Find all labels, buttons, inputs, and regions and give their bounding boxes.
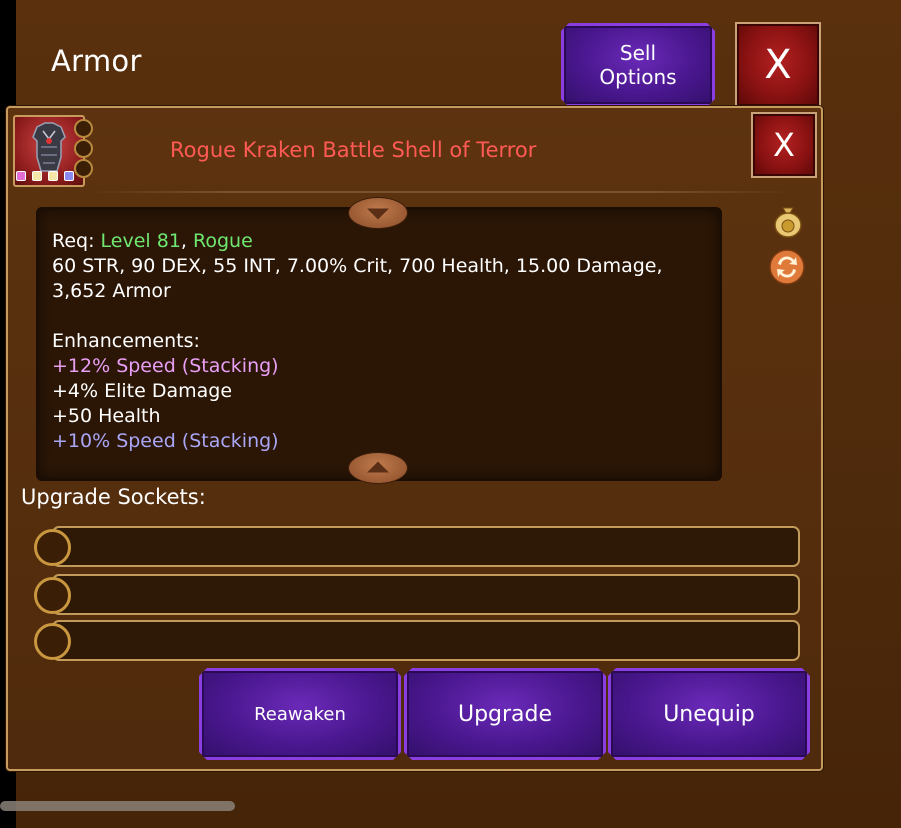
- enhancement-line: +4% Elite Damage: [52, 380, 233, 402]
- scroll-up-button[interactable]: [348, 452, 408, 484]
- close-button[interactable]: X: [735, 22, 821, 108]
- requirement-line: Req: Level 81, Rogue: [52, 229, 712, 254]
- socket-row[interactable]: [52, 526, 800, 567]
- req-label: Req:: [52, 230, 101, 252]
- stats-line: 3,652 Armor: [52, 280, 171, 302]
- item-name: Rogue Kraken Battle Shell of Terror: [170, 138, 537, 162]
- page-title: Armor: [51, 44, 142, 78]
- upgrade-label: Upgrade: [457, 701, 553, 727]
- gem-indicator: [48, 171, 58, 181]
- gem-slot: [74, 119, 93, 138]
- gem-indicator: [16, 171, 26, 181]
- gem-indicator: [32, 171, 42, 181]
- unequip-button[interactable]: Unequip: [608, 668, 810, 760]
- swap-icon[interactable]: [768, 248, 805, 285]
- socket-row[interactable]: [52, 574, 800, 615]
- req-class: Rogue: [193, 230, 253, 252]
- enhancements-label: Enhancements:: [52, 330, 200, 352]
- gem-slot: [74, 159, 93, 178]
- req-separator: ,: [180, 230, 194, 252]
- stats-line: 60 STR, 90 DEX, 55 INT, 7.00% Crit, 700 …: [52, 255, 663, 277]
- money-bag-icon[interactable]: [771, 202, 803, 238]
- scrollbar[interactable]: [0, 801, 235, 811]
- gem-indicator: [64, 171, 74, 181]
- sell-options-label: Sell Options: [599, 41, 677, 89]
- enhancement-line: +12% Speed (Stacking): [52, 355, 279, 377]
- socket-row[interactable]: [52, 620, 800, 661]
- socket-circle[interactable]: [34, 623, 71, 660]
- reawaken-label: Reawaken: [254, 703, 346, 725]
- enhancement-line: +50 Health: [52, 405, 161, 427]
- divider: [90, 191, 790, 193]
- socket-circle[interactable]: [34, 529, 71, 566]
- upgrade-button[interactable]: Upgrade: [404, 668, 606, 760]
- stats-text: Req: Level 81, Rogue 60 STR, 90 DEX, 55 …: [52, 229, 712, 454]
- close-icon: X: [773, 126, 795, 164]
- socket-circle[interactable]: [34, 577, 71, 614]
- sell-options-button[interactable]: Sell Options: [561, 23, 715, 107]
- gem-slot: [74, 139, 93, 158]
- scroll-down-button[interactable]: [348, 197, 408, 229]
- upgrade-sockets-label: Upgrade Sockets:: [21, 485, 206, 509]
- close-icon: X: [764, 42, 792, 88]
- req-level: Level 81: [100, 230, 181, 252]
- unequip-label: Unequip: [663, 701, 755, 727]
- reawaken-button[interactable]: Reawaken: [199, 668, 401, 760]
- enhancement-line: +10% Speed (Stacking): [52, 430, 279, 452]
- item-close-button[interactable]: X: [751, 112, 817, 178]
